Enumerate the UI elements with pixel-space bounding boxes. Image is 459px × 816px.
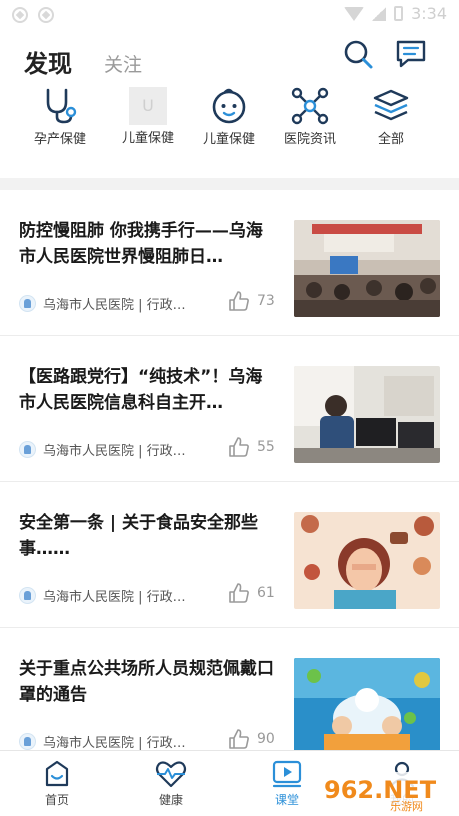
- nav-health[interactable]: 健康: [131, 759, 211, 808]
- watermark-logo: 962.NET 乐游网: [318, 772, 454, 813]
- status-system-icons: 3:34: [344, 4, 447, 23]
- article-thumbnail: [294, 220, 440, 317]
- like-button[interactable]: 55: [228, 436, 275, 458]
- source-text: 乌海市人民医院 | 行政…: [43, 444, 186, 459]
- category-maternal-health[interactable]: 孕产保健: [22, 86, 98, 147]
- category-label: 孕产保健: [33, 132, 86, 147]
- signal-icon: [372, 6, 387, 21]
- search-icon[interactable]: [342, 38, 374, 70]
- hospital-logo-icon: [19, 733, 36, 750]
- article-source: 乌海市人民医院 | 行政…: [19, 294, 186, 313]
- category-label: 医院资讯: [283, 132, 336, 147]
- stethoscope-icon: [46, 88, 77, 124]
- article-title: 安全第一条 | 关于食品安全那些事……: [19, 513, 259, 559]
- tab-follow[interactable]: 关注: [104, 50, 142, 77]
- video-icon: [272, 760, 302, 788]
- section-divider: [0, 178, 459, 190]
- category-all[interactable]: 全部: [353, 86, 429, 147]
- battery-icon: [394, 6, 404, 21]
- nav-label: 首页: [44, 793, 69, 807]
- watermark-subtext: 乐游网: [390, 800, 423, 813]
- source-text: 乌海市人民医院 | 行政…: [43, 298, 186, 313]
- wifi-icon: [344, 6, 365, 21]
- thumbs-up-icon: [229, 583, 249, 603]
- source-text: 乌海市人民医院 | 行政…: [43, 736, 186, 750]
- article-thumbnail: [294, 658, 440, 750]
- nav-label: 课堂: [274, 793, 299, 807]
- notification-icon: [38, 7, 54, 23]
- status-notification-icons: [12, 7, 54, 23]
- article-source: 乌海市人民医院 | 行政…: [19, 586, 186, 605]
- notification-icon: [12, 7, 28, 23]
- category-label: 儿童保健: [202, 132, 255, 147]
- article-title: 关于重点公共场所人员规范佩戴口罩的通告: [19, 659, 274, 705]
- article-source: 乌海市人民医院 | 行政…: [19, 732, 186, 750]
- article-card[interactable]: 关于重点公共场所人员规范佩戴口罩的通告 乌海市人民医院 | 行政… 90: [0, 628, 459, 750]
- nav-label: 健康: [158, 793, 183, 807]
- hospital-logo-icon: [19, 295, 36, 312]
- article-source: 乌海市人民医院 | 行政…: [19, 440, 186, 459]
- header: 发现 关注 孕产保健 儿童保健: [0, 28, 459, 178]
- heartbeat-icon: [155, 761, 187, 788]
- article-feed[interactable]: 防控慢阻肺 你我携手行——乌海市人民医院世界慢阻肺日… 乌海市人民医院 | 行政…: [0, 190, 459, 750]
- article-thumbnail: [294, 512, 440, 609]
- status-time: 3:34: [411, 4, 447, 23]
- hospital-logo-icon: [19, 441, 36, 458]
- category-grid: 孕产保健 儿童保健 儿童保健: [0, 86, 459, 156]
- source-text: 乌海市人民医院 | 行政…: [43, 590, 186, 605]
- status-bar: 3:34: [0, 0, 459, 28]
- article-card[interactable]: 安全第一条 | 关于食品安全那些事…… 乌海市人民医院 | 行政… 61: [0, 482, 459, 628]
- smile-icon: [45, 760, 69, 787]
- like-count: 90: [257, 731, 275, 747]
- category-child-health-2[interactable]: 儿童保健: [191, 86, 267, 147]
- molecule-icon: [291, 87, 329, 125]
- thumbs-up-icon: [229, 437, 249, 457]
- article-thumbnail: [294, 366, 440, 463]
- like-button[interactable]: 73: [228, 290, 275, 312]
- hospital-logo-icon: [19, 587, 36, 604]
- article-title: 【医路跟党行】“纯技术”！乌海市人民医院信息科自主开…: [19, 367, 263, 413]
- category-hospital-news[interactable]: 医院资讯: [272, 86, 348, 147]
- baby-face-icon: [212, 88, 246, 124]
- like-button[interactable]: 61: [228, 582, 275, 604]
- like-count: 73: [257, 293, 275, 309]
- thumbs-up-icon: [229, 729, 249, 749]
- like-count: 55: [257, 439, 275, 455]
- like-button[interactable]: 90: [228, 728, 275, 750]
- article-card[interactable]: 防控慢阻肺 你我携手行——乌海市人民医院世界慢阻肺日… 乌海市人民医院 | 行政…: [0, 190, 459, 336]
- category-child-health[interactable]: 儿童保健: [110, 86, 186, 146]
- thumbs-up-icon: [229, 291, 249, 311]
- nav-classroom[interactable]: 课堂: [247, 759, 327, 808]
- category-label: 全部: [377, 132, 404, 147]
- tab-discover[interactable]: 发现: [24, 44, 72, 79]
- like-count: 61: [257, 585, 275, 601]
- layers-icon: [373, 89, 409, 121]
- image-placeholder-icon: [129, 87, 167, 125]
- message-icon[interactable]: [394, 38, 428, 70]
- category-label: 儿童保健: [121, 131, 174, 146]
- article-card[interactable]: 【医路跟党行】“纯技术”！乌海市人民医院信息科自主开… 乌海市人民医院 | 行政…: [0, 336, 459, 482]
- nav-home[interactable]: 首页: [17, 759, 97, 808]
- article-title: 防控慢阻肺 你我携手行——乌海市人民医院世界慢阻肺日…: [19, 221, 263, 267]
